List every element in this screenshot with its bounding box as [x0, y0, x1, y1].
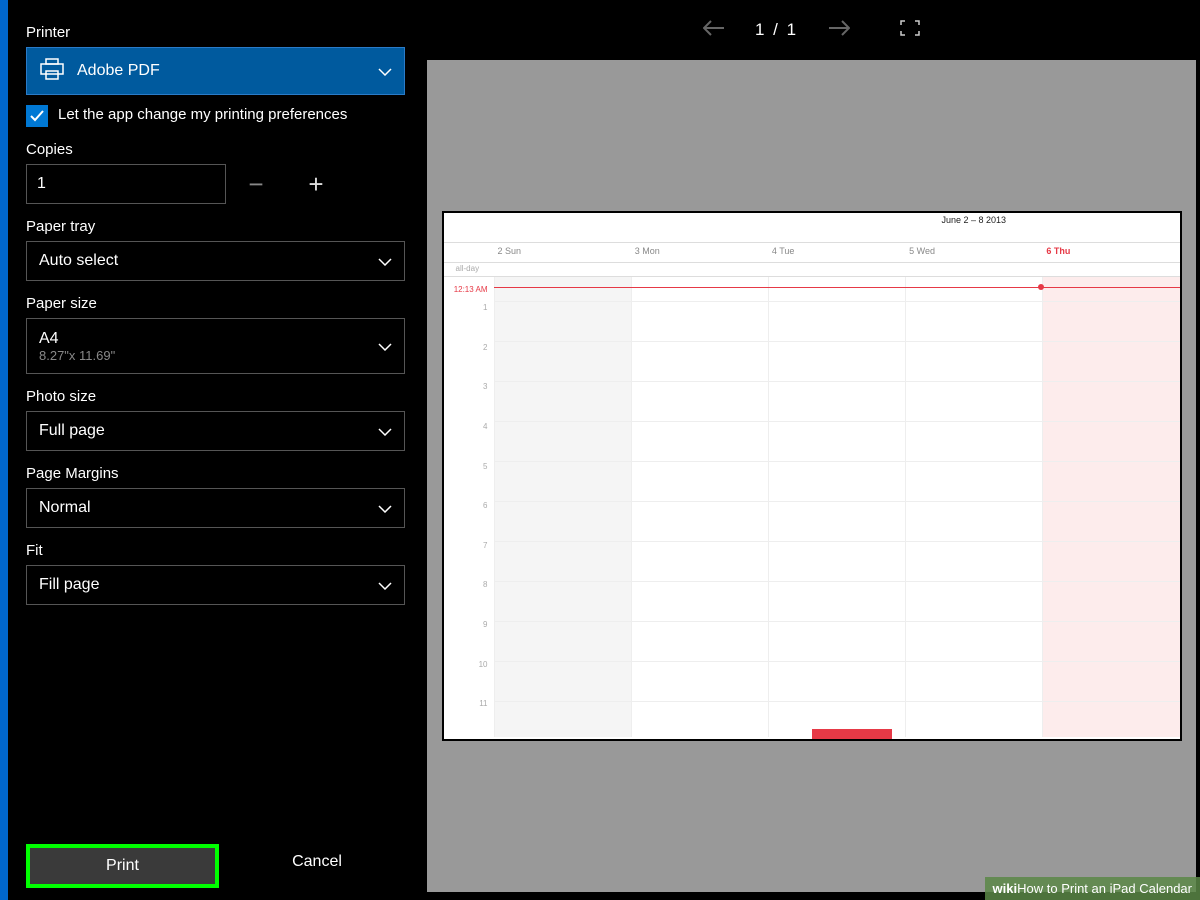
chevron-down-icon	[378, 501, 392, 516]
calendar-hour-line	[494, 421, 1180, 422]
page-margins-label: Page Margins	[26, 465, 405, 482]
print-button[interactable]: Print	[30, 848, 215, 884]
printer-icon	[39, 57, 65, 86]
page-separator: /	[766, 20, 786, 39]
calendar-hour-label: 7	[444, 539, 494, 579]
calendar-hour-line	[494, 381, 1180, 382]
printer-dropdown[interactable]: Adobe PDF	[26, 47, 405, 95]
preview-toolbar: 1 / 1	[423, 0, 1200, 60]
print-settings-panel: Printer Adobe PDF Let the app change my …	[8, 0, 423, 900]
calendar-hour-label: 2	[444, 341, 494, 381]
watermark: wikiHow to Print an iPad Calendar	[985, 877, 1200, 900]
calendar-column-today	[1042, 277, 1179, 737]
next-page-button[interactable]	[828, 16, 850, 44]
watermark-brand-rest: How	[1017, 881, 1043, 896]
paper-tray-value: Auto select	[39, 252, 378, 270]
calendar-body: 12:13 AM 1234567891011	[444, 277, 1180, 737]
chevron-down-icon	[378, 254, 392, 269]
watermark-brand-bold: wiki	[993, 881, 1018, 896]
calendar-hour-line	[494, 461, 1180, 462]
calendar-footer-mark	[812, 729, 892, 739]
calendar-hour-label: 4	[444, 420, 494, 460]
chevron-down-icon	[378, 339, 392, 354]
calendar-hour-line	[494, 701, 1180, 702]
fit-label: Fit	[26, 542, 405, 559]
photo-size-dropdown[interactable]: Full page	[26, 411, 405, 451]
calendar-now-time: 12:13 AM	[444, 283, 494, 323]
window-accent-strip	[0, 0, 8, 900]
calendar-hour-label: 6	[444, 499, 494, 539]
calendar-hour-label: 10	[444, 658, 494, 698]
fit-dropdown[interactable]: Fill page	[26, 565, 405, 605]
watermark-text: to Print an iPad Calendar	[1043, 881, 1192, 896]
calendar-day: 2 Sun	[494, 243, 631, 262]
calendar-hour-label: 8	[444, 578, 494, 618]
calendar-hour-label: 9	[444, 618, 494, 658]
calendar-column	[494, 277, 631, 737]
copies-label: Copies	[26, 141, 405, 158]
printer-label: Printer	[26, 24, 405, 41]
calendar-column	[631, 277, 768, 737]
fullscreen-icon[interactable]	[900, 20, 920, 41]
paper-size-value: A4	[39, 330, 378, 348]
preview-page: June 2 – 8 2013 2 Sun 3 Mon 4 Tue 5 Wed …	[442, 211, 1182, 741]
calendar-hour-label: 3	[444, 380, 494, 420]
page-total: 1	[787, 20, 798, 39]
chevron-down-icon	[378, 424, 392, 439]
page-margins-dropdown[interactable]: Normal	[26, 488, 405, 528]
calendar-now-line	[494, 287, 1180, 288]
calendar-now-dot	[1038, 284, 1044, 290]
calendar-day-headers: 2 Sun 3 Mon 4 Tue 5 Wed 6 Thu	[444, 243, 1180, 263]
app-preferences-checkbox[interactable]	[26, 105, 48, 127]
calendar-day: 3 Mon	[631, 243, 768, 262]
preview-canvas: June 2 – 8 2013 2 Sun 3 Mon 4 Tue 5 Wed …	[427, 60, 1196, 892]
calendar-hour-line	[494, 341, 1180, 342]
printer-selected-name: Adobe PDF	[77, 62, 378, 80]
print-button-highlight: Print	[26, 844, 219, 888]
calendar-day: 5 Wed	[905, 243, 1042, 262]
chevron-down-icon	[378, 578, 392, 593]
copies-increment-button[interactable]: +	[286, 164, 346, 204]
paper-size-label: Paper size	[26, 295, 405, 312]
calendar-allday-label: all-day	[444, 263, 1180, 277]
calendar-column	[905, 277, 1042, 737]
calendar-grid	[494, 277, 1180, 737]
paper-tray-dropdown[interactable]: Auto select	[26, 241, 405, 281]
calendar-hour-line	[494, 581, 1180, 582]
calendar-day: 4 Tue	[768, 243, 905, 262]
app-preferences-label: Let the app change my printing preferenc…	[58, 105, 347, 125]
fit-value: Fill page	[39, 576, 378, 594]
calendar-hour-label: 5	[444, 460, 494, 500]
print-preview-area: 1 / 1 June 2 – 8 2013 2 Sun 3 Mon 4 Tue	[423, 0, 1200, 900]
copies-input[interactable]	[26, 164, 226, 204]
copies-decrement-button[interactable]: −	[226, 164, 286, 204]
paper-size-dropdown[interactable]: A4 8.27"x 11.69"	[26, 318, 405, 374]
paper-tray-label: Paper tray	[26, 218, 405, 235]
page-current: 1	[755, 20, 766, 39]
calendar-hour-line	[494, 501, 1180, 502]
calendar-hour-label: 11	[444, 697, 494, 737]
calendar-day-today: 6 Thu	[1042, 243, 1179, 262]
paper-size-dimensions: 8.27"x 11.69"	[39, 348, 378, 363]
photo-size-value: Full page	[39, 422, 378, 440]
page-margins-value: Normal	[39, 499, 378, 517]
calendar-hour-line	[494, 621, 1180, 622]
calendar-hour-line	[494, 661, 1180, 662]
chevron-down-icon	[378, 64, 392, 79]
calendar-column	[768, 277, 905, 737]
page-indicator: 1 / 1	[755, 20, 798, 40]
calendar-title: June 2 – 8 2013	[942, 215, 1007, 225]
calendar-hour-line	[494, 541, 1180, 542]
previous-page-button[interactable]	[703, 16, 725, 44]
cancel-button[interactable]: Cancel	[229, 844, 405, 880]
photo-size-label: Photo size	[26, 388, 405, 405]
calendar-hour-line	[494, 301, 1180, 302]
